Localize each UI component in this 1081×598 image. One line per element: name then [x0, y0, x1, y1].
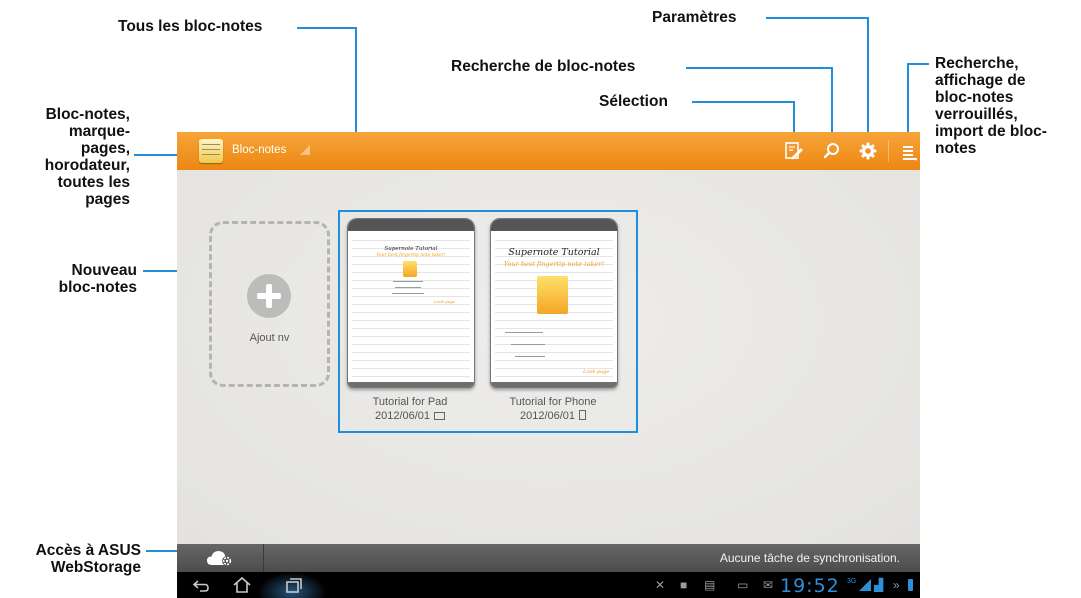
mute-icon: ✕: [655, 578, 666, 592]
image-icon: ▭: [737, 578, 749, 592]
callout-line: [907, 63, 929, 65]
notebook-edge: [491, 382, 617, 387]
notebook-title: Tutorial for Phone: [509, 396, 597, 408]
all-notebooks-highlight: Supernote Tutorial Your best fingertip n…: [338, 210, 638, 433]
callout-selection: Sélection: [599, 93, 668, 110]
search-icon: [823, 143, 839, 159]
device-screen: Bloc-notes Ajout nv Supernote Tutorial Y…: [177, 132, 920, 598]
wifi-icon: ▟: [874, 578, 884, 592]
cover-subtitle: Your best fingertip note taker!: [376, 253, 446, 258]
battery-icon: [908, 579, 913, 591]
system-nav-bar: ✕ ■ ▤ ▭ ✉ 19:52 3G ▟ »: [177, 572, 920, 598]
selection-icon: [785, 142, 803, 160]
callout-line: [297, 27, 356, 29]
notebook-date: 2012/06/01: [374, 410, 431, 422]
handwriting-line: [395, 287, 421, 288]
notebook-caption: Tutorial for Pad 2012/06/01: [340, 395, 480, 423]
tablet-icon: [434, 412, 446, 420]
mail-icon: ✉: [763, 578, 774, 592]
callout-settings: Paramètres: [652, 9, 737, 26]
cover-signature: Look page: [434, 299, 456, 304]
notebook-caption: Tutorial for Phone 2012/06/01: [483, 395, 623, 423]
callout-line: [692, 101, 794, 103]
selection-button[interactable]: [781, 139, 805, 163]
cover-signature: Look page: [583, 369, 610, 375]
callout-line: [686, 67, 832, 69]
network-type: 3G: [847, 578, 857, 585]
callout-menu: Recherche, affichage de bloc-notes verroui…: [935, 55, 1047, 157]
status-clock: 19:52: [780, 575, 840, 597]
search-button[interactable]: [820, 139, 844, 163]
callout-new-notebook: Nouveau bloc-notes: [58, 262, 137, 296]
notebook-date: 2012/06/01: [519, 410, 576, 422]
add-new-label: Ajout nv: [249, 332, 290, 344]
webstorage-button[interactable]: [177, 544, 264, 572]
sync-status-text: Aucune tâche de synchronisation.: [719, 551, 900, 565]
signal-icon: [859, 579, 871, 591]
handwriting-line: [505, 332, 543, 333]
handwriting-line: [393, 281, 423, 282]
recent-apps-icon[interactable]: [283, 575, 305, 595]
cover-subtitle: Your best fingertip note taker!: [503, 260, 605, 268]
notebook-title: Tutorial for Pad: [372, 396, 448, 408]
action-bar: Bloc-notes: [177, 132, 920, 170]
callout-notebook-search: Recherche de bloc-notes: [451, 58, 636, 75]
notebook-dropdown-label[interactable]: Bloc-notes: [232, 144, 286, 156]
back-icon[interactable]: [190, 575, 212, 595]
handwriting-line: [392, 293, 424, 294]
callout-webstorage: Accès à ASUS WebStorage: [35, 542, 141, 576]
notebook-cover[interactable]: Supernote Tutorial Your best fingertip n…: [490, 218, 618, 388]
cloud-settings-icon: [207, 551, 232, 566]
add-new-notebook-button[interactable]: Ajout nv: [209, 221, 330, 387]
callout-notebook-bookmarks: Bloc-notes, marque- pages, horodateur, tou…: [44, 106, 130, 208]
notebook-app-icon[interactable]: [199, 139, 223, 163]
gear-icon: [859, 142, 877, 160]
callout-line: [907, 63, 909, 139]
phone-icon: [579, 410, 587, 420]
cover-title: Supernote Tutorial: [508, 247, 600, 258]
dropdown-triangle-icon[interactable]: [300, 145, 310, 155]
home-icon[interactable]: [231, 575, 253, 595]
notebook-binding: [348, 219, 474, 231]
supernote-logo-icon: [537, 276, 568, 314]
callout-all-notebooks: Tous les bloc-notes: [118, 18, 263, 35]
plus-icon: [247, 274, 291, 318]
action-bar-divider: [888, 140, 889, 162]
keyboard-icon: ▤: [704, 578, 716, 592]
callout-line: [766, 17, 868, 19]
notebook-grid: Ajout nv Supernote Tutorial Your best fi…: [177, 170, 920, 544]
menu-icon: [903, 146, 917, 161]
handwriting-line: [511, 344, 545, 345]
lock-icon: ■: [680, 578, 688, 592]
notebook-binding: [491, 219, 617, 231]
cover-title: Supernote Tutorial: [384, 246, 438, 252]
notebook-edge: [348, 382, 474, 387]
handwriting-line: [515, 356, 545, 357]
callout-line: [831, 67, 833, 139]
sync-bar: Aucune tâche de synchronisation.: [177, 544, 920, 572]
more-icon: »: [893, 578, 900, 592]
supernote-logo-icon: [403, 261, 417, 277]
overflow-menu-button[interactable]: [898, 139, 920, 163]
settings-button[interactable]: [856, 139, 880, 163]
notebook-cover[interactable]: Supernote Tutorial Your best fingertip n…: [347, 218, 475, 388]
callout-line: [867, 17, 869, 139]
